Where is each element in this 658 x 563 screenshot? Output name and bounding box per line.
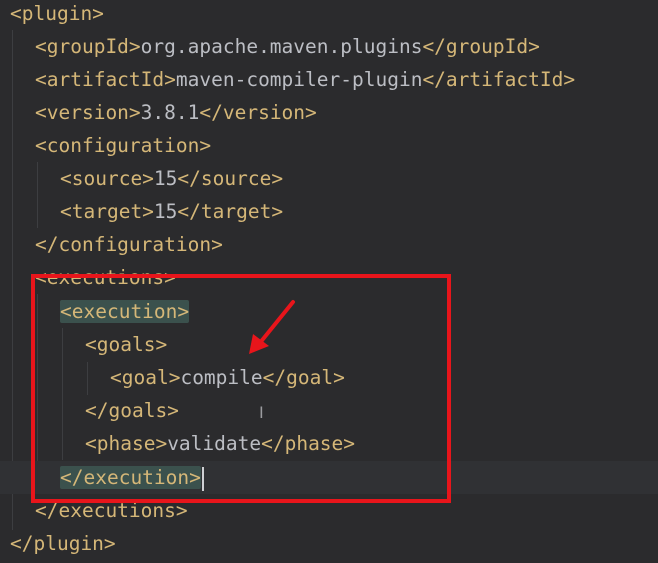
- xml-value: maven-compiler-plugin: [175, 68, 423, 91]
- code-line[interactable]: <configuration>: [35, 129, 211, 162]
- xml-tag: </source>: [177, 167, 284, 190]
- xml-value: 15: [153, 167, 178, 190]
- xml-tag: <plugin>: [10, 2, 104, 25]
- code-line[interactable]: <target>15</target>: [60, 195, 283, 228]
- xml-value: 3.8.1: [140, 101, 200, 124]
- code-line[interactable]: <version>3.8.1</version>: [35, 96, 317, 129]
- annotation-box: [31, 274, 451, 503]
- code-line[interactable]: <artifactId>maven-compiler-plugin</artif…: [35, 63, 575, 96]
- xml-tag: </artifactId>: [422, 68, 576, 91]
- xml-tag: </version>: [199, 101, 317, 124]
- xml-tag: <target>: [60, 200, 154, 223]
- code-line[interactable]: <source>15</source>: [60, 162, 283, 195]
- xml-tag: <artifactId>: [35, 68, 176, 91]
- xml-tag: <version>: [35, 101, 141, 124]
- red-arrow-icon: [249, 300, 295, 354]
- xml-tag: </plugin>: [10, 532, 116, 555]
- code-line[interactable]: </plugin>: [10, 527, 116, 560]
- indent-guide: [37, 162, 38, 228]
- code-editor[interactable]: <plugin> <groupId>org.apache.maven.plugi…: [0, 0, 658, 563]
- xml-tag: </groupId>: [422, 35, 540, 58]
- xml-value: org.apache.maven.plugins: [140, 35, 423, 58]
- xml-tag: <configuration>: [35, 134, 212, 157]
- code-line[interactable]: <plugin>: [10, 0, 104, 30]
- xml-tag: </target>: [177, 200, 284, 223]
- xml-tag: </configuration>: [35, 233, 223, 256]
- xml-value: 15: [153, 200, 178, 223]
- xml-tag: <groupId>: [35, 35, 141, 58]
- xml-tag: <source>: [60, 167, 154, 190]
- indent-guide: [12, 30, 13, 530]
- code-line[interactable]: </configuration>: [35, 228, 223, 261]
- code-line[interactable]: <groupId>org.apache.maven.plugins</group…: [35, 30, 540, 63]
